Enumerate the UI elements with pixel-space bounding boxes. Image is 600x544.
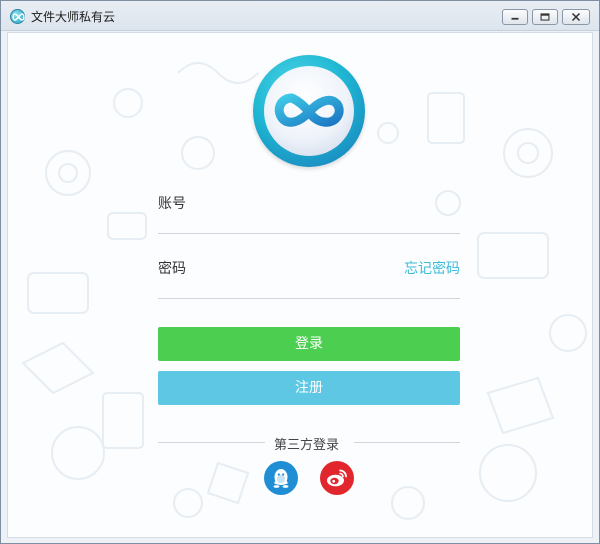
weibo-icon [327, 469, 347, 487]
maximize-icon [540, 13, 550, 21]
minimize-icon [511, 17, 519, 20]
register-button[interactable]: 注册 [158, 371, 460, 405]
divider-right [354, 442, 460, 443]
account-input[interactable] [158, 208, 460, 234]
weibo-login-button[interactable] [320, 461, 354, 495]
close-button[interactable] [562, 9, 590, 25]
title-bar[interactable]: 文件大师私有云 [1, 1, 599, 31]
logo-face [264, 66, 354, 156]
qq-login-button[interactable] [264, 461, 298, 495]
infinity-logo-icon [274, 93, 344, 127]
third-party-login-label: 第三方登录 [274, 438, 340, 453]
forgot-password-link[interactable]: 忘记密码 [404, 258, 460, 278]
login-panel: 账号 密码 忘记密码 登录 注册 第三方登录 [7, 32, 593, 538]
divider-left [158, 442, 265, 443]
minimize-button[interactable] [502, 9, 528, 25]
app-logo [253, 55, 365, 167]
close-icon [571, 12, 581, 22]
login-button[interactable]: 登录 [158, 327, 460, 361]
app-window: 文件大师私有云 账号 密码 忘记密码 登录 注册 第三方登录 [0, 0, 600, 544]
window-title: 文件大师私有云 [31, 10, 116, 24]
maximize-button[interactable] [532, 9, 558, 25]
qq-penguin-icon [273, 469, 289, 488]
app-logo-icon [10, 9, 25, 24]
